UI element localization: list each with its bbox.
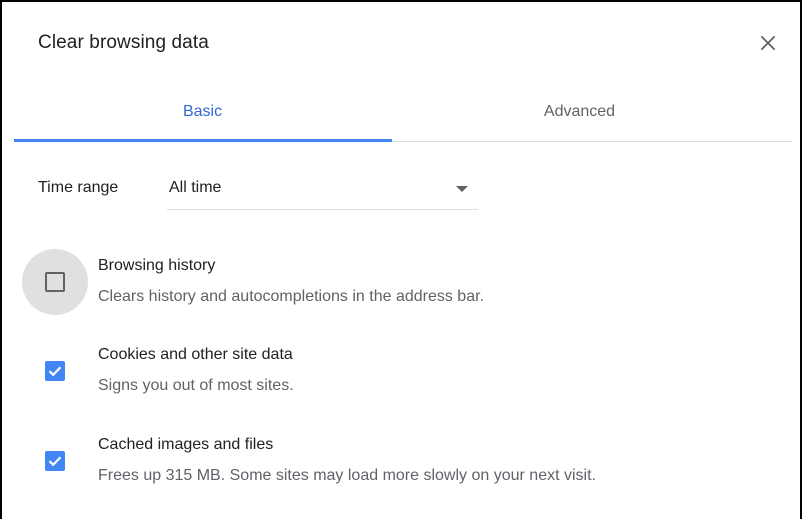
active-tab-indicator bbox=[14, 139, 392, 142]
option-cached-images: Cached images and files Frees up 315 MB.… bbox=[22, 428, 782, 498]
cookies-checkbox[interactable] bbox=[22, 338, 88, 404]
time-range-label: Time range bbox=[38, 179, 119, 196]
option-description: Signs you out of most sites. bbox=[98, 377, 294, 394]
option-cookies: Cookies and other site data Signs you ou… bbox=[22, 338, 782, 408]
option-title: Cookies and other site data bbox=[98, 346, 293, 363]
clear-browsing-data-dialog: Clear browsing data Basic Advanced Time … bbox=[0, 0, 802, 519]
tab-bar: Basic Advanced bbox=[14, 82, 792, 142]
tab-advanced-label: Advanced bbox=[543, 103, 616, 120]
close-icon bbox=[760, 35, 776, 51]
option-title: Cached images and files bbox=[98, 436, 274, 453]
checkbox-unchecked-icon bbox=[45, 272, 65, 292]
option-browsing-history: Browsing history Clears history and auto… bbox=[22, 249, 782, 319]
close-button[interactable] bbox=[756, 31, 780, 55]
option-description: Frees up 315 MB. Some sites may load mor… bbox=[98, 467, 596, 484]
tab-basic[interactable]: Basic bbox=[14, 82, 391, 142]
browsing-history-checkbox[interactable] bbox=[22, 249, 88, 315]
checkbox-checked-icon bbox=[45, 451, 65, 471]
time-range-value: All time bbox=[169, 179, 222, 196]
time-range-select[interactable]: All time bbox=[167, 170, 478, 210]
option-title: Browsing history bbox=[98, 257, 216, 274]
dropdown-arrow-icon bbox=[456, 186, 468, 192]
cached-images-checkbox[interactable] bbox=[22, 428, 88, 494]
tab-basic-label: Basic bbox=[182, 103, 223, 120]
tab-advanced[interactable]: Advanced bbox=[391, 82, 768, 142]
option-description: Clears history and autocompletions in th… bbox=[98, 288, 484, 305]
dialog-title: Clear browsing data bbox=[38, 32, 209, 53]
checkbox-checked-icon bbox=[45, 361, 65, 381]
